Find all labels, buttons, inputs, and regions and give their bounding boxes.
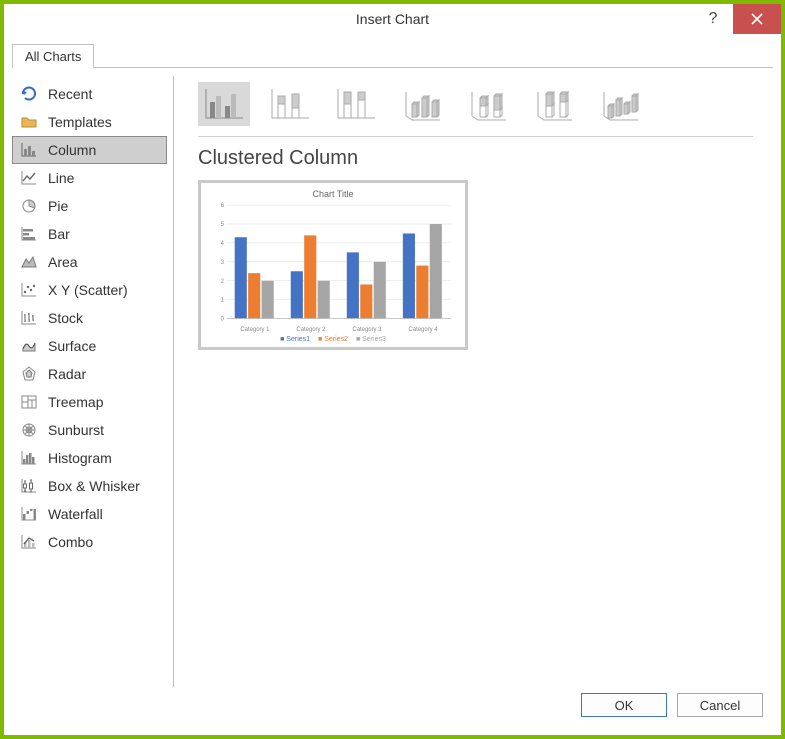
sidebar-item-line[interactable]: Line <box>12 164 167 192</box>
close-button[interactable] <box>733 4 781 34</box>
svg-text:3: 3 <box>221 260 225 266</box>
dialog-footer: OK Cancel <box>12 687 773 727</box>
line-chart-icon <box>20 169 38 187</box>
sidebar-item-label: Stock <box>48 310 83 326</box>
svg-text:0: 0 <box>221 316 225 322</box>
svg-text:1: 1 <box>221 298 225 304</box>
stock-chart-icon <box>20 309 38 327</box>
subtype-strip <box>198 82 773 136</box>
insert-chart-dialog: Insert Chart ? All Charts Recent Templat… <box>0 0 785 739</box>
stacked-column-icon <box>268 86 312 122</box>
svg-text:2: 2 <box>221 279 225 285</box>
sidebar-item-label: Line <box>48 170 74 186</box>
three-d-clustered-column-icon <box>400 86 444 122</box>
window-title: Insert Chart <box>356 11 429 27</box>
svg-text:4: 4 <box>221 241 225 247</box>
combo-chart-icon <box>20 533 38 551</box>
area-chart-icon <box>20 253 38 271</box>
sidebar-item-label: Templates <box>48 114 112 130</box>
subtype-3d-stacked-column[interactable] <box>462 82 514 126</box>
sidebar-item-pie[interactable]: Pie <box>12 192 167 220</box>
svg-text:6: 6 <box>221 203 225 209</box>
subtype-stacked-column[interactable] <box>264 82 316 126</box>
svg-text:Category 3: Category 3 <box>352 327 382 333</box>
subtype-100-stacked-column[interactable] <box>330 82 382 126</box>
three-d-hundred-stacked-column-icon <box>532 86 576 122</box>
legend-series3: Series3 <box>356 336 386 343</box>
svg-text:Category 4: Category 4 <box>409 327 439 333</box>
sidebar-item-label: Box & Whisker <box>48 478 140 494</box>
waterfall-chart-icon <box>20 505 38 523</box>
scatter-chart-icon <box>20 281 38 299</box>
sidebar-item-combo[interactable]: Combo <box>12 528 167 556</box>
sidebar-item-bar[interactable]: Bar <box>12 220 167 248</box>
chart-preview[interactable]: Chart Title 0 1 2 3 4 5 6 Category 1 Category 2 C… <box>198 180 468 350</box>
cancel-button[interactable]: Cancel <box>677 693 763 717</box>
sidebar-item-label: Column <box>48 142 96 158</box>
column-chart-icon <box>20 141 38 159</box>
subtype-3d-100-stacked-column[interactable] <box>528 82 580 126</box>
tab-all-charts[interactable]: All Charts <box>12 44 94 68</box>
sidebar-item-label: Recent <box>48 86 92 102</box>
treemap-chart-icon <box>20 393 38 411</box>
sidebar-item-sunburst[interactable]: Sunburst <box>12 416 167 444</box>
svg-text:Category 1: Category 1 <box>240 327 270 333</box>
sidebar-item-box-whisker[interactable]: Box & Whisker <box>12 472 167 500</box>
pie-chart-icon <box>20 197 38 215</box>
sidebar-item-label: Treemap <box>48 394 104 410</box>
histogram-chart-icon <box>20 449 38 467</box>
sidebar-item-scatter[interactable]: X Y (Scatter) <box>12 276 167 304</box>
hundred-stacked-column-icon <box>334 86 378 122</box>
tabs-strip: All Charts <box>12 42 773 68</box>
sidebar-item-radar[interactable]: Radar <box>12 360 167 388</box>
folder-icon <box>20 113 38 131</box>
sidebar-item-label: Combo <box>48 534 93 550</box>
subtype-3d-column[interactable] <box>594 82 646 126</box>
preview-legend: Series1 Series2 Series3 <box>280 336 386 343</box>
sidebar-item-waterfall[interactable]: Waterfall <box>12 500 167 528</box>
help-button[interactable]: ? <box>693 4 733 34</box>
legend-series1: Series1 <box>280 336 310 343</box>
sidebar-item-label: X Y (Scatter) <box>48 282 128 298</box>
sidebar-item-label: Radar <box>48 366 86 382</box>
box-whisker-chart-icon <box>20 477 38 495</box>
svg-text:5: 5 <box>221 222 225 228</box>
sidebar-item-surface[interactable]: Surface <box>12 332 167 360</box>
three-d-stacked-column-icon <box>466 86 510 122</box>
sidebar-item-label: Pie <box>48 198 68 214</box>
sunburst-chart-icon <box>20 421 38 439</box>
recent-icon <box>20 85 38 103</box>
sidebar-item-recent[interactable]: Recent <box>12 80 167 108</box>
sidebar-item-label: Histogram <box>48 450 112 466</box>
radar-chart-icon <box>20 365 38 383</box>
sidebar-item-column[interactable]: Column <box>12 136 167 164</box>
sidebar-item-templates[interactable]: Templates <box>12 108 167 136</box>
chart-preview-svg: 0 1 2 3 4 5 6 Category 1 Category 2 Category 3 Cat… <box>209 201 457 335</box>
sidebar-item-histogram[interactable]: Histogram <box>12 444 167 472</box>
sidebar-item-label: Waterfall <box>48 506 103 522</box>
chart-category-sidebar: Recent Templates Column Line Pie <box>12 76 174 687</box>
sidebar-item-stock[interactable]: Stock <box>12 304 167 332</box>
subtype-3d-clustered-column[interactable] <box>396 82 448 126</box>
sidebar-item-label: Sunburst <box>48 422 104 438</box>
three-d-column-icon <box>598 86 642 122</box>
sidebar-item-label: Surface <box>48 338 96 354</box>
legend-series2: Series2 <box>318 336 348 343</box>
sidebar-item-label: Area <box>48 254 78 270</box>
clustered-column-icon <box>202 86 246 122</box>
titlebar: Insert Chart ? <box>4 4 781 34</box>
preview-title: Chart Title <box>312 189 353 199</box>
surface-chart-icon <box>20 337 38 355</box>
subtype-clustered-column[interactable] <box>198 82 250 126</box>
sidebar-item-area[interactable]: Area <box>12 248 167 276</box>
selected-chart-name: Clustered Column <box>198 147 773 170</box>
sidebar-item-treemap[interactable]: Treemap <box>12 388 167 416</box>
sidebar-item-label: Bar <box>48 226 70 242</box>
ok-button[interactable]: OK <box>581 693 667 717</box>
close-icon <box>751 13 763 25</box>
bar-chart-icon <box>20 225 38 243</box>
chart-subtype-panel: Clustered Column Chart Title 0 1 2 3 4 5 6 Cate… <box>174 76 773 687</box>
svg-text:Category 2: Category 2 <box>296 327 326 333</box>
